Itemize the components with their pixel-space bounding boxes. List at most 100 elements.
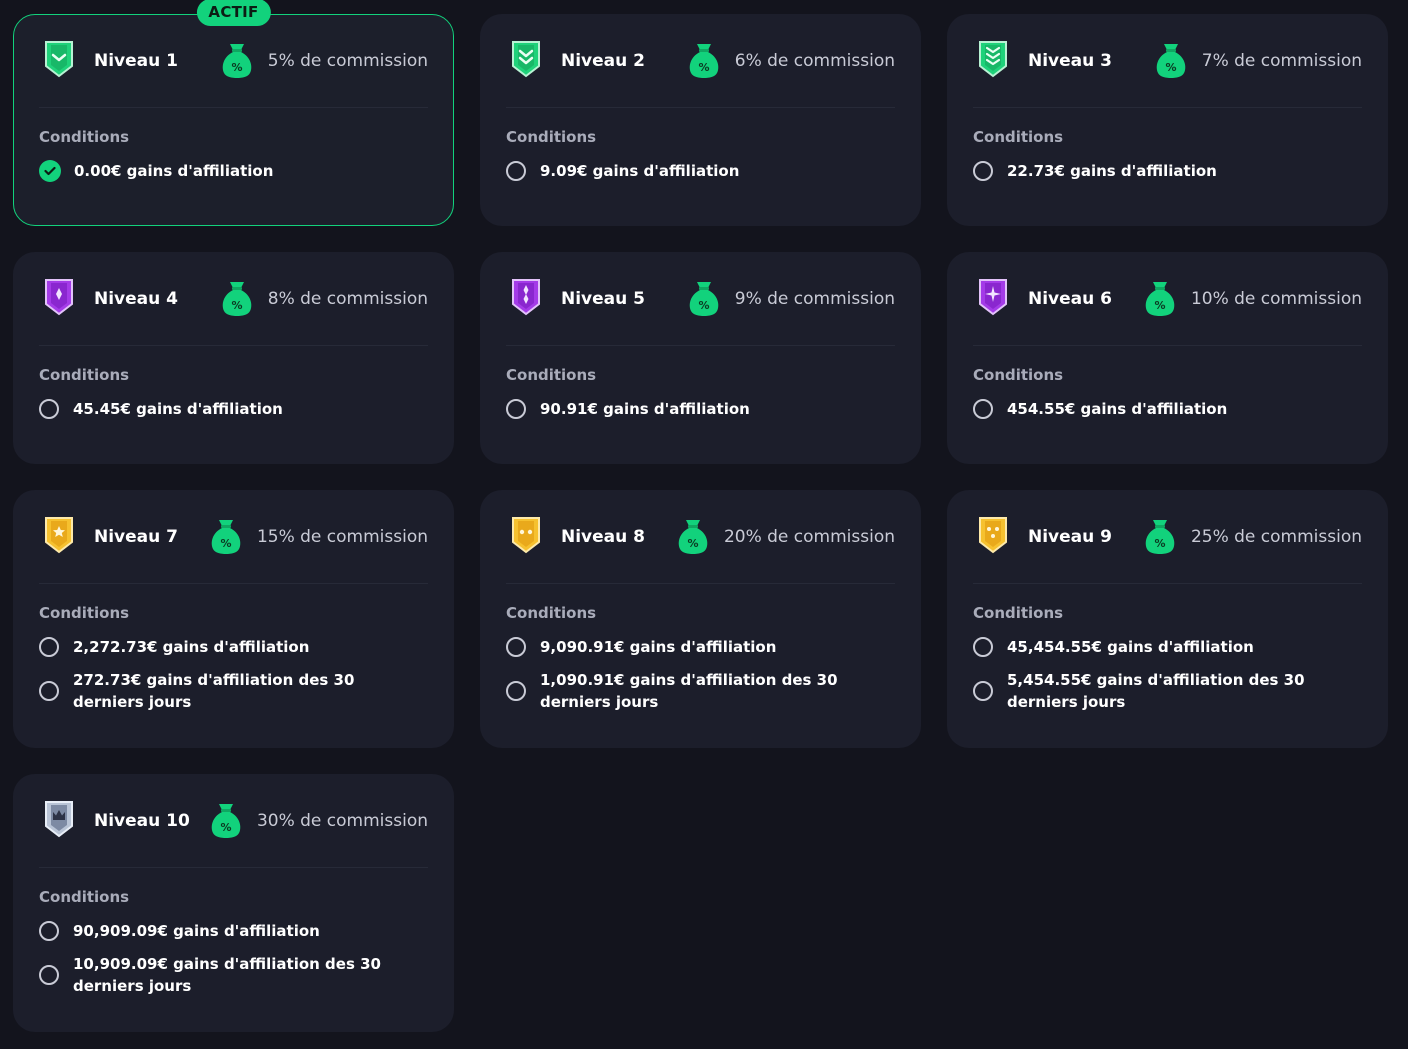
conditions-title: Conditions	[39, 128, 130, 146]
empty-circle-icon	[506, 637, 526, 657]
level-card-2: Niveau 2 % 6% de commission Conditions 9…	[480, 14, 921, 226]
condition-text: 9.09€ gains d'affiliation	[540, 162, 740, 180]
condition-text: 90,909.09€ gains d'affiliation	[73, 922, 320, 940]
condition-item: 9.09€ gains d'affiliation	[506, 160, 895, 182]
commission-rate: 10% de commission	[1190, 289, 1362, 309]
condition-item: 90,909.09€ gains d'affiliation	[39, 920, 428, 942]
conditions-title: Conditions	[39, 366, 130, 384]
conditions-title: Conditions	[973, 366, 1064, 384]
money-bag-icon: %	[209, 515, 257, 559]
conditions-title: Conditions	[506, 604, 597, 622]
level-card-5: Niveau 5 % 9% de commission Conditions 9…	[480, 252, 921, 464]
svg-text:%: %	[220, 537, 231, 550]
gold-shield-double-star-icon	[506, 515, 561, 559]
level-name: Niveau 8	[561, 527, 645, 547]
level-name: Niveau 3	[1028, 51, 1112, 71]
money-bag-icon: %	[687, 277, 735, 321]
conditions-title: Conditions	[506, 366, 597, 384]
conditions-title: Conditions	[39, 604, 130, 622]
condition-item: 45,454.55€ gains d'affiliation	[973, 636, 1362, 658]
level-header: Niveau 5 % 9% de commission	[506, 253, 895, 346]
level-header: Niveau 2 % 6% de commission	[506, 15, 895, 108]
purple-shield-double-diamond-icon	[506, 277, 561, 321]
commission-rate: 7% de commission	[1201, 51, 1362, 71]
commission-rate: 30% de commission	[256, 811, 428, 831]
gold-shield-star-icon	[39, 515, 94, 559]
purple-shield-diamond-icon	[39, 277, 94, 321]
level-name: Niveau 7	[94, 527, 178, 547]
level-header: Niveau 4 % 8% de commission	[39, 253, 428, 346]
condition-item: 10,909.09€ gains d'affiliation des 30 de…	[39, 953, 428, 997]
green-shield-triple-chevron-icon	[973, 39, 1028, 83]
svg-text:%: %	[1154, 299, 1165, 312]
commission-rate: 25% de commission	[1190, 527, 1362, 547]
active-badge: ACTIF	[196, 0, 271, 26]
condition-text: 9,090.91€ gains d'affiliation	[540, 638, 777, 656]
empty-circle-icon	[973, 681, 993, 701]
level-card-6: Niveau 6 % 10% de commission Conditions …	[947, 252, 1388, 464]
level-header: Niveau 3 % 7% de commission	[973, 15, 1362, 108]
empty-circle-icon	[973, 161, 993, 181]
green-shield-chevron-icon	[39, 39, 94, 83]
condition-text: 454.55€ gains d'affiliation	[1007, 400, 1228, 418]
condition-item: 9,090.91€ gains d'affiliation	[506, 636, 895, 658]
condition-item: 90.91€ gains d'affiliation	[506, 398, 895, 420]
money-bag-icon: %	[220, 277, 268, 321]
levels-grid: ACTIF Niveau 1 % 5% de commission Condit…	[13, 0, 1388, 1032]
svg-text:%: %	[698, 299, 709, 312]
purple-shield-cross-icon	[973, 277, 1028, 321]
commission-rate: 15% de commission	[256, 527, 428, 547]
svg-text:%: %	[1154, 537, 1165, 550]
svg-text:%: %	[231, 299, 242, 312]
level-name: Niveau 2	[561, 51, 645, 71]
level-card-3: Niveau 3 % 7% de commission Conditions 2…	[947, 14, 1388, 226]
commission-rate: 9% de commission	[734, 289, 895, 309]
level-card-9: Niveau 9 % 25% de commission Conditions …	[947, 490, 1388, 748]
empty-circle-icon	[39, 637, 59, 657]
empty-circle-icon	[39, 399, 59, 419]
conditions-title: Conditions	[39, 888, 130, 906]
condition-text: 0.00€ gains d'affiliation	[74, 162, 274, 180]
level-name: Niveau 1	[94, 51, 178, 71]
condition-item: 45.45€ gains d'affiliation	[39, 398, 428, 420]
svg-text:%: %	[231, 61, 242, 74]
level-header: Niveau 10 % 30% de commission	[39, 775, 428, 868]
money-bag-icon: %	[1154, 39, 1202, 83]
conditions-title: Conditions	[973, 128, 1064, 146]
level-card-1: ACTIF Niveau 1 % 5% de commission Condit…	[13, 0, 454, 226]
svg-text:%: %	[220, 821, 231, 834]
level-header: Niveau 9 % 25% de commission	[973, 491, 1362, 584]
empty-circle-icon	[506, 161, 526, 181]
level-card-4: Niveau 4 % 8% de commission Conditions 4…	[13, 252, 454, 464]
condition-item: 0.00€ gains d'affiliation	[39, 160, 428, 182]
condition-item: 5,454.55€ gains d'affiliation des 30 der…	[973, 669, 1362, 713]
condition-text: 272.73€ gains d'affiliation des 30 derni…	[73, 671, 355, 711]
condition-item: 1,090.91€ gains d'affiliation des 30 der…	[506, 669, 895, 713]
condition-text: 22.73€ gains d'affiliation	[1007, 162, 1217, 180]
condition-text: 2,272.73€ gains d'affiliation	[73, 638, 310, 656]
condition-text: 45,454.55€ gains d'affiliation	[1007, 638, 1254, 656]
money-bag-icon: %	[1143, 277, 1191, 321]
empty-circle-icon	[506, 681, 526, 701]
condition-text: 1,090.91€ gains d'affiliation des 30 der…	[540, 671, 838, 711]
empty-circle-icon	[39, 681, 59, 701]
conditions-title: Conditions	[973, 604, 1064, 622]
empty-circle-icon	[973, 399, 993, 419]
level-name: Niveau 6	[1028, 289, 1112, 309]
money-bag-icon: %	[209, 799, 257, 843]
gold-shield-triple-star-icon	[973, 515, 1028, 559]
condition-text: 45.45€ gains d'affiliation	[73, 400, 283, 418]
money-bag-icon: %	[220, 39, 268, 83]
level-header: Niveau 6 % 10% de commission	[973, 253, 1362, 346]
level-name: Niveau 4	[94, 289, 178, 309]
condition-text: 5,454.55€ gains d'affiliation des 30 der…	[1007, 671, 1305, 711]
commission-rate: 6% de commission	[734, 51, 895, 71]
condition-item: 454.55€ gains d'affiliation	[973, 398, 1362, 420]
level-header: Niveau 1 % 5% de commission	[39, 15, 428, 108]
green-shield-double-chevron-icon	[506, 39, 561, 83]
condition-item: 22.73€ gains d'affiliation	[973, 160, 1362, 182]
commission-rate: 5% de commission	[267, 51, 428, 71]
level-header: Niveau 8 % 20% de commission	[506, 491, 895, 584]
svg-text:%: %	[1165, 61, 1176, 74]
svg-text:%: %	[698, 61, 709, 74]
